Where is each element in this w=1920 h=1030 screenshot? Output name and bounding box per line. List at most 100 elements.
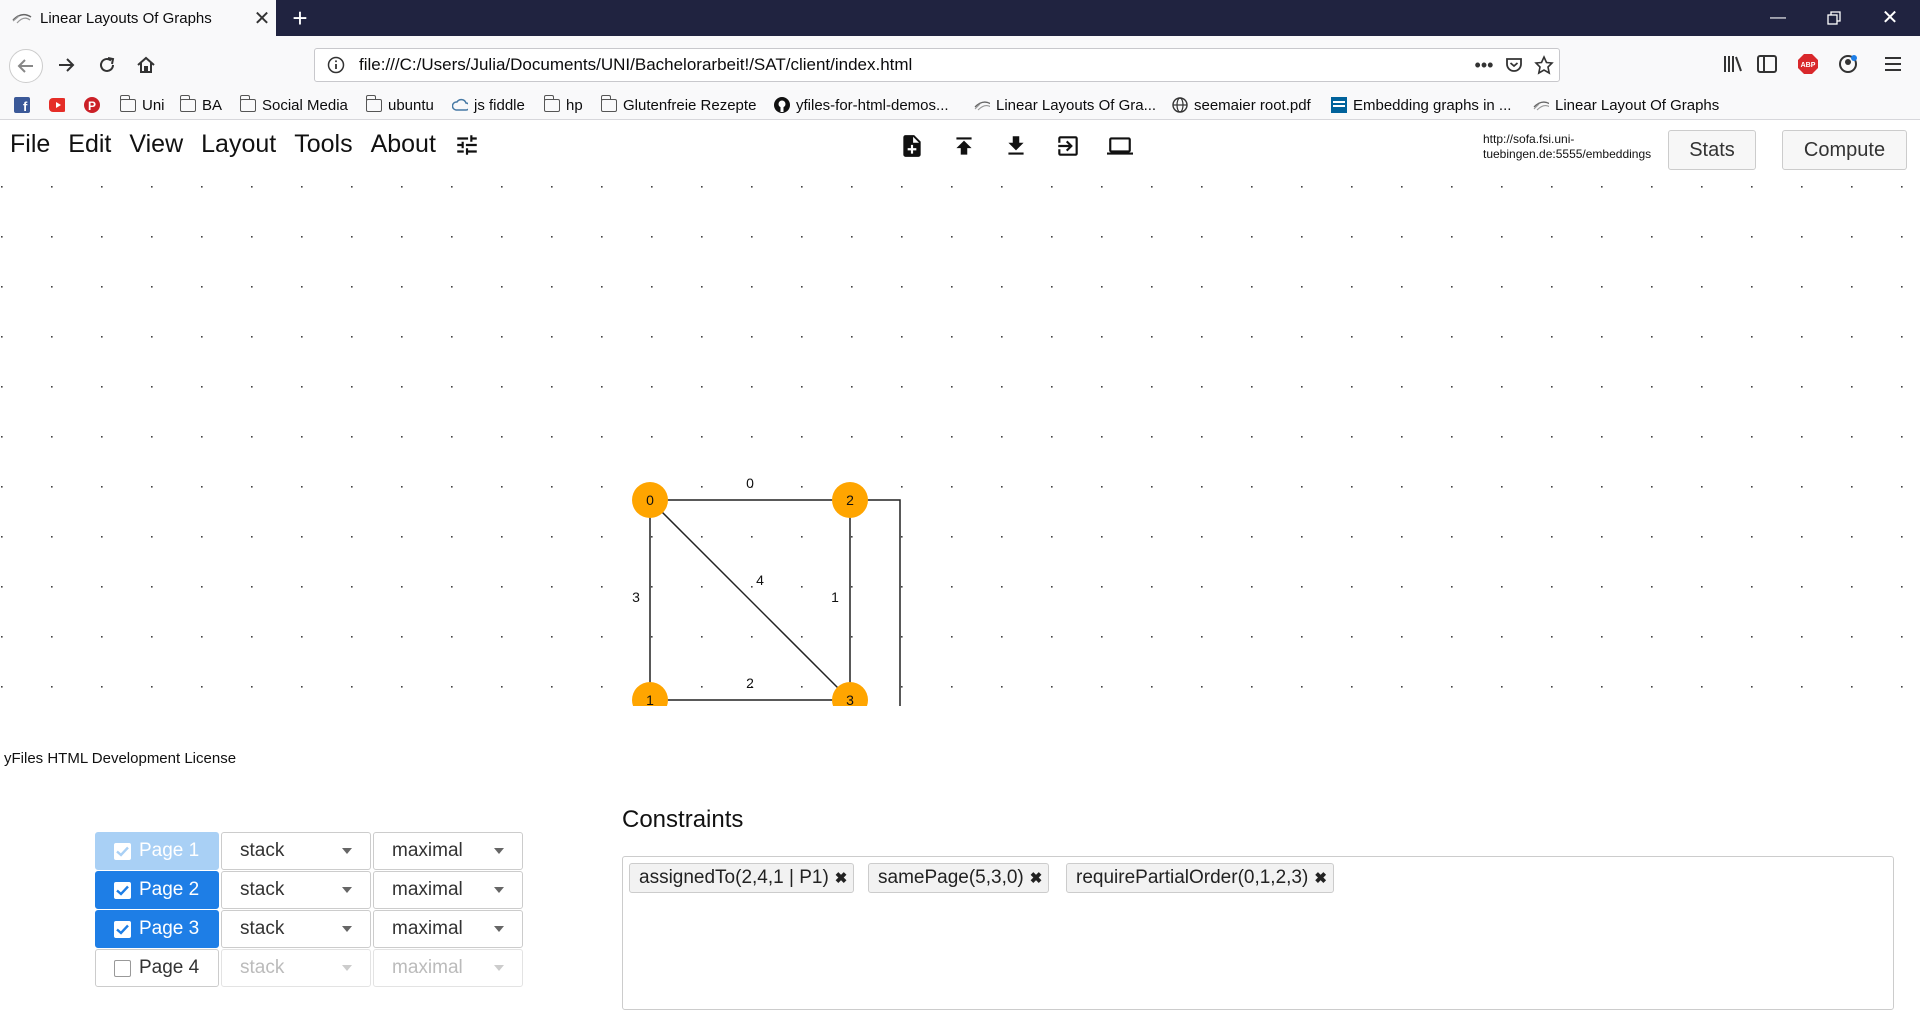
- grid-dot: [1251, 386, 1253, 388]
- info-icon[interactable]: [323, 52, 349, 78]
- graph-canvas[interactable]: 012345 0123: [0, 176, 1920, 706]
- page-checkbox[interactable]: [114, 842, 131, 860]
- hamburger-menu-icon[interactable]: [1878, 49, 1908, 79]
- remove-constraint-icon[interactable]: ✖: [1314, 869, 1327, 887]
- grid-dot: [1851, 586, 1853, 588]
- page-mode-select[interactable]: maximal: [373, 910, 523, 948]
- grid-dot: [1701, 686, 1703, 688]
- new-tab-button[interactable]: +: [284, 4, 316, 32]
- bookmark-item[interactable]: f: [14, 94, 36, 116]
- bookmark-item[interactable]: seemaier root.pdf: [1172, 94, 1311, 116]
- grid-dot: [401, 336, 403, 338]
- page-toggle-button[interactable]: Page 3: [95, 910, 219, 948]
- adblock-icon[interactable]: ABP: [1793, 49, 1823, 79]
- bookmark-item[interactable]: ubuntu: [365, 94, 434, 116]
- stats-button[interactable]: Stats: [1668, 130, 1756, 170]
- new-file-icon[interactable]: [886, 130, 938, 162]
- bookmark-item[interactable]: Glutenfreie Rezepte: [600, 94, 756, 116]
- laptop-icon[interactable]: [1094, 130, 1146, 162]
- page-toggle-button[interactable]: Page 4: [95, 949, 219, 987]
- import-icon[interactable]: [1042, 130, 1094, 162]
- library-icon[interactable]: [1718, 49, 1748, 79]
- pocket-icon[interactable]: [1499, 50, 1529, 80]
- grid-dot: [1501, 686, 1503, 688]
- bookmark-item[interactable]: hp: [543, 94, 583, 116]
- page-mode-select[interactable]: maximal: [373, 871, 523, 909]
- bookmark-item[interactable]: Embedding graphs in ...: [1331, 94, 1511, 116]
- page-mode-select[interactable]: maximal: [373, 949, 523, 987]
- page-type-select[interactable]: stack: [221, 871, 371, 909]
- menu-view[interactable]: View: [129, 130, 183, 159]
- menu-file[interactable]: File: [10, 130, 50, 159]
- bookmark-item[interactable]: BA: [179, 94, 222, 116]
- server-url: http://sofa.fsi.uni-tuebingen.de:5555/em…: [1483, 132, 1652, 161]
- grid-dot: [901, 436, 903, 438]
- reload-icon[interactable]: [91, 49, 123, 81]
- node-label: 2: [846, 492, 854, 508]
- grid-dot: [601, 386, 603, 388]
- grid-dot: [1, 486, 3, 488]
- url-text[interactable]: file:///C:/Users/Julia/Documents/UNI/Bac…: [359, 55, 1469, 75]
- download-icon[interactable]: [990, 130, 1042, 162]
- restore-icon[interactable]: [1806, 0, 1862, 36]
- url-bar[interactable]: file:///C:/Users/Julia/Documents/UNI/Bac…: [314, 48, 1560, 82]
- forward-arrow-icon[interactable]: [50, 49, 82, 81]
- page-type-select[interactable]: stack: [221, 949, 371, 987]
- bookmark-item[interactable]: [49, 94, 71, 116]
- bookmark-star-icon[interactable]: [1529, 50, 1559, 80]
- bookmark-item[interactable]: Uni: [119, 94, 165, 116]
- bookmark-item[interactable]: Linear Layout Of Graphs: [1533, 94, 1719, 116]
- sidebar-icon[interactable]: [1752, 49, 1782, 79]
- grid-dot: [201, 236, 203, 238]
- grid-dot: [501, 386, 503, 388]
- bookmark-label: Linear Layouts Of Gra...: [996, 96, 1157, 114]
- page-toggle-button[interactable]: Page 2: [95, 871, 219, 909]
- bookmark-item[interactable]: yfiles-for-html-demos...: [774, 94, 949, 116]
- grid-dot: [1801, 336, 1803, 338]
- page-checkbox[interactable]: [114, 959, 131, 977]
- grid-dot: [551, 586, 553, 588]
- bookmark-item[interactable]: js fiddle: [452, 94, 525, 116]
- home-icon[interactable]: [130, 49, 162, 81]
- page-type-select[interactable]: stack: [221, 832, 371, 870]
- minimize-icon[interactable]: —: [1750, 0, 1806, 36]
- page-type-select[interactable]: stack: [221, 910, 371, 948]
- back-arrow-icon[interactable]: [9, 49, 43, 83]
- grid-dot: [151, 436, 153, 438]
- grid-dot: [1801, 186, 1803, 188]
- page-toggle-button[interactable]: Page 1: [95, 832, 219, 870]
- grid-dot: [301, 686, 303, 688]
- tab-close-icon[interactable]: ✕: [248, 6, 276, 31]
- page-checkbox[interactable]: [114, 881, 131, 899]
- menu-layout[interactable]: Layout: [201, 130, 276, 159]
- grid-dot: [1201, 286, 1203, 288]
- remove-constraint-icon[interactable]: ✖: [1030, 869, 1043, 887]
- grid-dot: [1151, 386, 1153, 388]
- upload-icon[interactable]: [938, 130, 990, 162]
- page-row: Page 2 stack maximal: [95, 871, 525, 909]
- bookmark-item[interactable]: Social Media: [239, 94, 348, 116]
- grid-dot: [201, 486, 203, 488]
- settings-sliders-icon[interactable]: [454, 130, 480, 159]
- grid-dot: [951, 286, 953, 288]
- bookmark-item[interactable]: Linear Layouts Of Gra...: [974, 94, 1156, 116]
- grid-dot: [451, 436, 453, 438]
- page-checkbox[interactable]: [114, 920, 131, 938]
- graph-edge[interactable]: [649, 499, 851, 701]
- constraints-box[interactable]: assignedTo(2,4,1 | P1) ✖ samePage(5,3,0) ✖ r…: [622, 856, 1894, 1010]
- menu-edit[interactable]: Edit: [68, 130, 111, 159]
- grid-dot: [1301, 436, 1303, 438]
- graph-edge[interactable]: [649, 499, 901, 706]
- account-icon[interactable]: [1833, 49, 1863, 79]
- window-close-icon[interactable]: ✕: [1862, 0, 1918, 36]
- browser-tab[interactable]: Linear Layouts Of Graphs ✕: [0, 0, 276, 36]
- bookmark-item[interactable]: P: [84, 94, 106, 116]
- compute-button[interactable]: Compute: [1782, 130, 1907, 170]
- menu-tools[interactable]: Tools: [294, 130, 352, 159]
- menu-about[interactable]: About: [371, 130, 436, 159]
- grid-dot: [201, 186, 203, 188]
- page-actions-icon[interactable]: •••: [1469, 50, 1499, 80]
- remove-constraint-icon[interactable]: ✖: [835, 869, 848, 887]
- grid-dot: [351, 286, 353, 288]
- page-mode-select[interactable]: maximal: [373, 832, 523, 870]
